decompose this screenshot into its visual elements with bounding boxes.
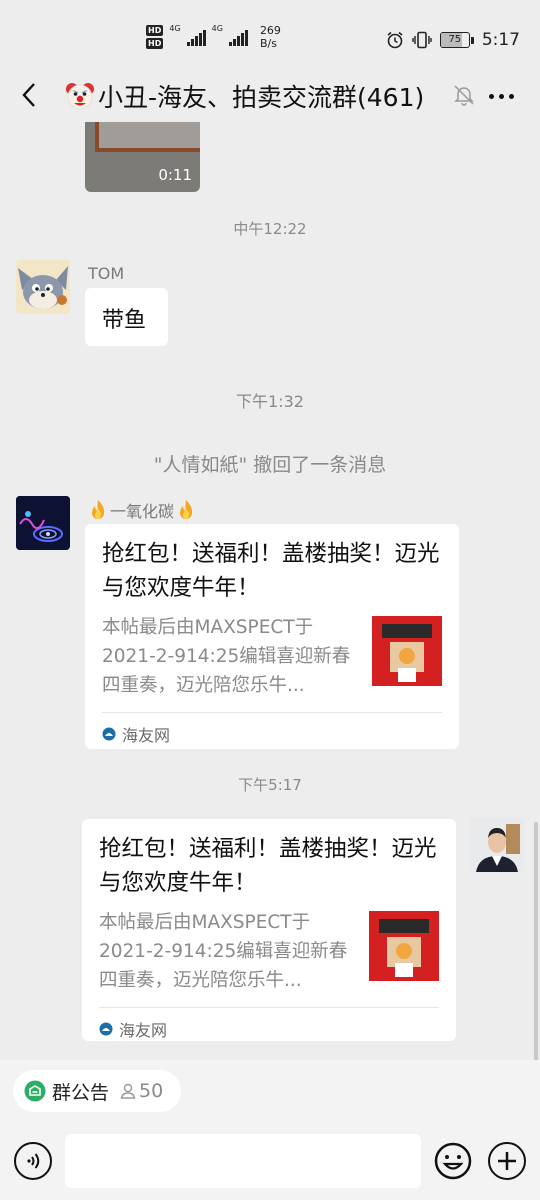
scrollbar[interactable] [534,822,538,1060]
avatar-co[interactable] [16,496,70,550]
plus-button[interactable] [488,1142,526,1180]
card-source-text: 海友网 [119,1021,168,1040]
speed-unit: B/s [259,37,277,50]
input-bar [0,1122,540,1200]
text-bubble[interactable]: 带鱼 [85,288,168,346]
card-thumbnail [369,911,439,981]
message-input[interactable] [65,1134,421,1188]
person-icon [120,1083,136,1099]
card-description: 本帖最后由MAXSPECT于2021-2-914:25编辑喜迎新春四重奏，迈光陪… [99,912,348,991]
chat-title-text: 小丑-海友、拍卖交流群(461) [98,83,425,112]
video-duration: 0:11 [158,166,192,184]
video-frame [95,122,200,152]
fire-icon [92,500,105,519]
card-description: 本帖最后由MAXSPECT于2021-2-914:25编辑喜迎新春四重奏，迈光陪… [102,617,351,696]
card-thumbnail [372,616,442,686]
card-divider [102,712,442,713]
card-divider [99,1007,439,1008]
chat-header: 小丑-海友、拍卖交流群(461) [0,70,540,122]
hd-label: HD [146,25,164,36]
site-logo-icon [99,1022,113,1036]
signal-icon [186,28,206,46]
emoji-icon [434,1142,472,1180]
back-icon [22,83,35,107]
card-source: 海友网 [102,722,170,746]
emoji-button[interactable] [434,1142,472,1180]
voice-button[interactable] [14,1142,52,1180]
notice-label: 群公告 [52,1081,110,1104]
video-message[interactable]: 0:11 [85,122,200,192]
group-notice-row: 群公告 50 [0,1060,540,1122]
co-avatar-image [16,496,70,550]
card-source-text: 海友网 [122,726,171,745]
hd-icon: HD HD [146,25,164,49]
more-button[interactable] [486,84,516,108]
clock: 5:17 [481,30,520,50]
fire-icon [180,500,193,519]
card-title: 抢红包！送福利！盖楼抽奖！迈光与您欢度牛年！ [99,836,437,896]
notice-count: 50 [119,1080,163,1102]
alarm-icon [387,31,403,49]
status-left: HD HD 4G 4G 269 B/s [146,24,281,50]
back-button[interactable] [14,80,44,110]
clown-emoji-icon [66,83,94,110]
sender-name: TOM [88,264,125,283]
site-logo-icon [102,727,116,741]
card-title: 抢红包！送福利！盖楼抽奖！迈光与您欢度牛年！ [102,541,440,601]
notice-count-value: 50 [139,1080,164,1102]
signal-icon [228,28,248,46]
group-notice-button[interactable]: 群公告 50 [13,1070,181,1112]
network-type: 4G [211,24,223,33]
battery-icon: 75 [439,32,474,48]
tom-cat-avatar [16,260,70,314]
avatar-tom[interactable] [16,260,70,314]
sender-name-text: 一氧化碳 [110,502,175,521]
recall-notice: "人情如紙" 撤回了一条消息 [153,454,387,476]
network-type: 4G [169,24,181,33]
network-speed: 269 B/s [260,24,281,50]
notice-icon [24,1080,46,1102]
self-avatar-image [470,818,524,872]
speed-value: 269 [259,24,281,37]
timestamp: 下午1:32 [236,392,304,411]
vibrate-icon [412,31,432,49]
status-right: 75 5:17 [386,30,520,50]
link-card[interactable]: 抢红包！送福利！盖楼抽奖！迈光与您欢度牛年！ 本帖最后由MAXSPECT于202… [82,819,456,1041]
card-source: 海友网 [99,1017,167,1041]
plus-icon [498,1152,516,1170]
hd-label: HD [146,38,164,49]
chat-title: 小丑-海友、拍卖交流群(461) [64,78,424,114]
timestamp: 下午5:17 [238,776,302,794]
timestamp: 中午12:22 [233,220,307,238]
mute-icon [454,85,474,106]
status-bar: HD HD 4G 4G 269 B/s 75 5:17 [0,0,540,80]
battery-level: 75 [448,34,462,45]
more-icon [488,93,514,99]
link-card[interactable]: 抢红包！送福利！盖楼抽奖！迈光与您欢度牛年！ 本帖最后由MAXSPECT于202… [85,524,459,749]
voice-icon [27,1153,40,1169]
message-list[interactable]: 0:11 中午12:22 TOM 带鱼 下午1:32 "人情如紙" 撤回了一条消… [0,122,540,1060]
avatar-self[interactable] [470,818,524,872]
message-text: 带鱼 [102,308,147,333]
sender-name: 一氧化碳 [88,498,196,522]
